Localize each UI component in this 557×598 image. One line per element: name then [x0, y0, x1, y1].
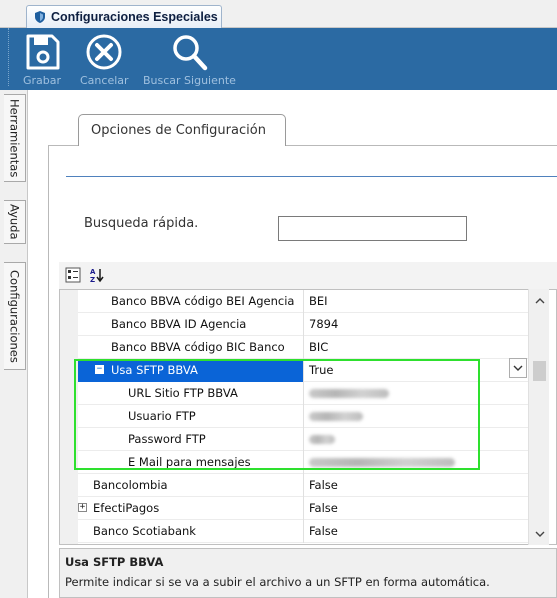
property-grid-toolbar: A Z: [59, 262, 557, 289]
cancel-button[interactable]: Cancelar: [80, 32, 129, 87]
redacted-value: redacted: [309, 457, 455, 467]
grid-row-efectipagos[interactable]: + EfectiPagos False: [78, 496, 538, 520]
row-value[interactable]: True: [304, 359, 538, 382]
side-tab-ayuda[interactable]: Ayuda: [4, 200, 26, 244]
toolbar-grip: [8, 28, 9, 86]
row-value[interactable]: BEI: [304, 290, 538, 313]
svg-text:A: A: [90, 268, 96, 276]
save-button[interactable]: Grabar: [22, 32, 62, 87]
side-tab-strip: Herramientas Ayuda Configuraciones: [0, 90, 28, 598]
scroll-thumb[interactable]: [533, 361, 546, 381]
row-name: Banco BBVA ID Agencia: [78, 312, 304, 336]
search-next-label: Buscar Siguiente: [143, 74, 236, 87]
row-name: Usa SFTP BBVA: [111, 363, 198, 377]
side-tab-herramientas[interactable]: Herramientas: [4, 94, 26, 182]
alphabetical-view-button[interactable]: A Z: [88, 266, 106, 284]
row-name: Banco Scotiabank: [78, 519, 304, 543]
description-pane: Usa SFTP BBVA Permite indicar si se va a…: [59, 548, 557, 598]
grid-scrollbar[interactable]: [528, 289, 549, 545]
row-name: Usuario FTP: [78, 404, 304, 428]
row-value[interactable]: 7894: [304, 313, 538, 336]
quick-search-label: Busqueda rápida.: [84, 216, 199, 231]
magnifier-icon: [173, 35, 208, 71]
expand-icon[interactable]: +: [78, 502, 87, 512]
scroll-up-icon[interactable]: [535, 297, 545, 304]
row-value[interactable]: redacted: [304, 428, 538, 451]
description-title: Usa SFTP BBVA: [65, 555, 164, 569]
document-tabstrip: Configuraciones Especiales: [0, 0, 557, 28]
sort-az-icon: A Z: [90, 268, 104, 283]
cancel-icon: [86, 34, 122, 70]
value-dropdown-button[interactable]: [509, 358, 527, 378]
document-tab-title: Configuraciones Especiales: [51, 10, 218, 24]
row-name: Banco BBVA código BIC Banco: [78, 335, 304, 359]
section-divider: [66, 176, 557, 177]
toolbar: Grabar Cancelar Buscar Siguiente: [0, 28, 557, 90]
row-value[interactable]: False: [304, 497, 538, 520]
redacted-value: redacted: [309, 411, 363, 421]
quick-search-input[interactable]: [278, 216, 467, 241]
document-tab[interactable]: Configuraciones Especiales: [26, 5, 222, 28]
app-shield-icon: [35, 11, 45, 23]
save-icon: [26, 34, 60, 70]
row-value[interactable]: BIC: [304, 336, 538, 359]
description-text: Permite indicar si se va a subir el arch…: [65, 575, 490, 589]
grid-row-url-sitio-ftp[interactable]: URL Sitio FTP BBVA redacted: [78, 381, 538, 405]
row-name: URL Sitio FTP BBVA: [78, 381, 304, 405]
side-tab-herramientas-label: Herramientas: [7, 98, 22, 178]
row-name: Banco BBVA código BEI Agencia: [78, 290, 304, 313]
row-value[interactable]: redacted: [304, 451, 538, 474]
save-label: Grabar: [22, 74, 62, 87]
side-tab-configuraciones[interactable]: Configuraciones: [4, 262, 26, 370]
grid-row-password-ftp[interactable]: Password FTP redacted: [78, 427, 538, 451]
chevron-down-icon: [513, 365, 523, 371]
row-name: Bancolombia: [78, 473, 304, 497]
grid-row-bancolombia[interactable]: Bancolombia False: [78, 473, 538, 497]
cancel-label: Cancelar: [80, 74, 129, 87]
redacted-value: redacted: [309, 434, 335, 444]
row-name: E Mail para mensajes: [78, 450, 304, 474]
row-name-cell: + EfectiPagos: [78, 496, 304, 520]
property-grid: Banco BBVA código BEI Agencia BEI Banco …: [59, 289, 557, 545]
scroll-down-icon[interactable]: [535, 531, 545, 538]
search-next-button[interactable]: Buscar Siguiente: [143, 32, 236, 87]
categorized-icon: [65, 267, 81, 283]
redacted-value: redacted: [309, 388, 389, 398]
collapse-icon[interactable]: −: [95, 364, 104, 374]
categorized-view-button[interactable]: [64, 266, 82, 284]
row-value[interactable]: redacted: [304, 382, 538, 405]
grid-row-usuario-ftp[interactable]: Usuario FTP redacted: [78, 404, 538, 428]
grid-row-bbva-bei[interactable]: Banco BBVA código BEI Agencia BEI: [78, 290, 538, 313]
side-tab-ayuda-label: Ayuda: [7, 204, 22, 240]
tab-opciones-configuracion-label: Opciones de Configuración: [91, 123, 266, 138]
row-name-cell: − Usa SFTP BBVA: [78, 358, 304, 382]
row-name: EfectiPagos: [93, 501, 160, 515]
grid-row-scotiabank[interactable]: Banco Scotiabank False: [78, 519, 538, 543]
grid-row-usa-sftp-bbva[interactable]: − Usa SFTP BBVA True: [78, 358, 538, 382]
row-name: Password FTP: [78, 427, 304, 451]
row-value[interactable]: False: [304, 474, 538, 497]
grid-gutter: [60, 290, 78, 544]
side-tab-configuraciones-label: Configuraciones: [7, 269, 22, 363]
grid-row-bbva-bic[interactable]: Banco BBVA código BIC Banco BIC: [78, 335, 538, 359]
tab-opciones-configuracion[interactable]: Opciones de Configuración: [78, 114, 286, 146]
row-value[interactable]: False: [304, 520, 538, 543]
svg-text:Z: Z: [90, 276, 95, 283]
grid-row-bbva-id-agencia[interactable]: Banco BBVA ID Agencia 7894: [78, 312, 538, 336]
row-value[interactable]: redacted: [304, 405, 538, 428]
grid-row-email-mensajes[interactable]: E Mail para mensajes redacted: [78, 450, 538, 474]
